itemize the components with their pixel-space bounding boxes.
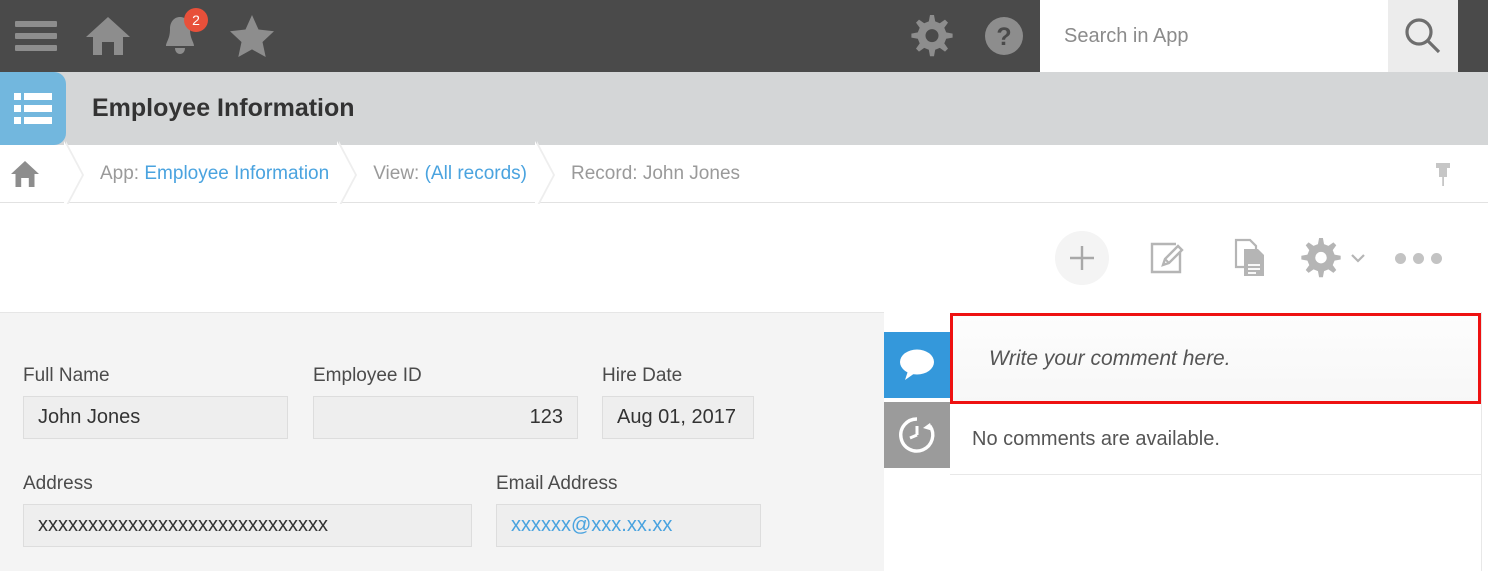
record-toolbar-actions xyxy=(1040,204,1460,312)
page-title: Employee Information xyxy=(92,94,355,122)
app-icon-button[interactable] xyxy=(0,72,66,145)
chevron-down-icon xyxy=(1351,254,1365,263)
pin-breadcrumb-button[interactable] xyxy=(1426,157,1460,191)
field-value: Aug 01, 2017 xyxy=(617,406,736,428)
history-clock-icon xyxy=(899,417,935,453)
edit-pencil-icon xyxy=(1150,242,1184,274)
help-button[interactable]: ? xyxy=(968,0,1040,72)
field-label: Full Name xyxy=(23,365,110,386)
field-full-name: Full Name John Jones xyxy=(23,365,288,439)
side-panel-tabs xyxy=(884,332,950,472)
notifications-badge: 2 xyxy=(184,8,208,32)
edit-record-button[interactable] xyxy=(1124,204,1208,312)
ellipsis-icon xyxy=(1394,252,1442,264)
side-panel-right-edge xyxy=(1481,312,1488,571)
breadcrumb-view-link[interactable]: (All records) xyxy=(425,163,527,185)
breadcrumb-item-view: View: (All records) xyxy=(373,145,527,202)
top-bar-right-spacer xyxy=(1458,0,1488,72)
duplicate-record-button[interactable] xyxy=(1208,204,1292,312)
global-search: Search in App xyxy=(1040,0,1458,72)
breadcrumb-separator-icon xyxy=(329,141,373,209)
breadcrumb: App: Employee Information View: (All rec… xyxy=(0,141,1488,209)
field-value: xxxxxx@xxx.xx.xx xyxy=(511,514,673,536)
record-side-panel: Write your comment here. No comments are… xyxy=(884,312,1488,571)
hamburger-icon xyxy=(15,21,57,51)
comment-input[interactable]: Write your comment here. xyxy=(950,313,1481,404)
record-form: Full Name John Jones Employee ID 123 Hir… xyxy=(0,312,884,571)
breadcrumb-app-prefix: App: xyxy=(100,162,140,184)
field-employee-id: Employee ID 123 xyxy=(313,365,578,439)
star-icon xyxy=(230,15,274,57)
breadcrumb-home-button[interactable] xyxy=(10,159,40,189)
app-window: 2 ? Search in App Employee Information A… xyxy=(0,0,1488,571)
home-icon xyxy=(86,17,130,55)
breadcrumb-record-name: John Jones xyxy=(642,162,741,184)
breadcrumb-item-record: Record: John Jones xyxy=(571,145,740,202)
pin-icon xyxy=(1436,163,1450,186)
breadcrumb-app-link[interactable]: Employee Information xyxy=(144,163,329,185)
top-bar-right-icons: ? Search in App xyxy=(896,0,1488,72)
notifications-button[interactable]: 2 xyxy=(144,0,216,72)
full-name-input[interactable]: John Jones xyxy=(23,396,288,439)
hamburger-menu-button[interactable] xyxy=(0,0,72,72)
copy-documents-icon xyxy=(1234,238,1264,276)
svg-text:?: ? xyxy=(996,23,1011,51)
search-placeholder: Search in App xyxy=(1064,24,1189,47)
search-submit-button[interactable] xyxy=(1388,0,1458,72)
settings-menu-button[interactable] xyxy=(1292,204,1376,312)
field-label: Hire Date xyxy=(602,365,683,386)
list-app-icon xyxy=(14,92,52,124)
address-input[interactable]: xxxxxxxxxxxxxxxxxxxxxxxxxxxxx xyxy=(23,504,472,547)
field-value: John Jones xyxy=(38,406,141,428)
field-hire-date: Hire Date Aug 01, 2017 xyxy=(602,365,754,439)
home-button[interactable] xyxy=(72,0,144,72)
global-top-bar: 2 ? Search in App xyxy=(0,0,1488,72)
email-address-input[interactable]: xxxxxx@xxx.xx.xx xyxy=(496,504,761,547)
add-record-button[interactable] xyxy=(1040,204,1124,312)
help-icon: ? xyxy=(985,17,1023,55)
field-value: 123 xyxy=(529,406,563,428)
settings-button[interactable] xyxy=(896,0,968,72)
plus-icon xyxy=(1070,246,1094,270)
comments-empty-message: No comments are available. xyxy=(950,405,1481,475)
speech-bubble-icon xyxy=(900,349,934,380)
home-icon xyxy=(11,161,39,187)
gear-icon xyxy=(1301,237,1341,278)
field-value: xxxxxxxxxxxxxxxxxxxxxxxxxxxxx xyxy=(38,514,328,536)
more-actions-button[interactable] xyxy=(1376,204,1460,312)
employee-id-input[interactable]: 123 xyxy=(313,396,578,439)
field-address: Address xxxxxxxxxxxxxxxxxxxxxxxxxxxxx xyxy=(23,473,472,547)
top-bar-left-icons: 2 xyxy=(0,0,288,72)
search-input[interactable]: Search in App xyxy=(1040,0,1388,72)
breadcrumb-record-prefix: Record: xyxy=(571,162,638,184)
favorites-button[interactable] xyxy=(216,0,288,72)
field-label: Email Address xyxy=(496,473,618,494)
record-toolbar xyxy=(0,204,1488,312)
history-tab[interactable] xyxy=(884,402,950,468)
breadcrumb-items: App: Employee Information View: (All rec… xyxy=(56,141,740,209)
search-icon xyxy=(1405,18,1441,54)
breadcrumb-separator-icon xyxy=(527,141,571,209)
comments-tab[interactable] xyxy=(884,332,950,398)
comments-list-area xyxy=(950,475,1481,571)
add-record-circle xyxy=(1055,231,1109,285)
breadcrumb-item-app: App: Employee Information xyxy=(100,145,329,202)
field-label: Employee ID xyxy=(313,365,422,386)
hire-date-input[interactable]: Aug 01, 2017 xyxy=(602,396,754,439)
breadcrumb-view-prefix: View: xyxy=(373,162,420,184)
field-label: Address xyxy=(23,473,93,494)
comment-placeholder: Write your comment here. xyxy=(989,346,1231,370)
app-header: Employee Information xyxy=(0,72,1488,145)
gear-icon xyxy=(911,15,953,57)
field-email-address: Email Address xxxxxx@xxx.xx.xx xyxy=(496,473,761,547)
breadcrumb-separator-icon xyxy=(56,141,100,209)
